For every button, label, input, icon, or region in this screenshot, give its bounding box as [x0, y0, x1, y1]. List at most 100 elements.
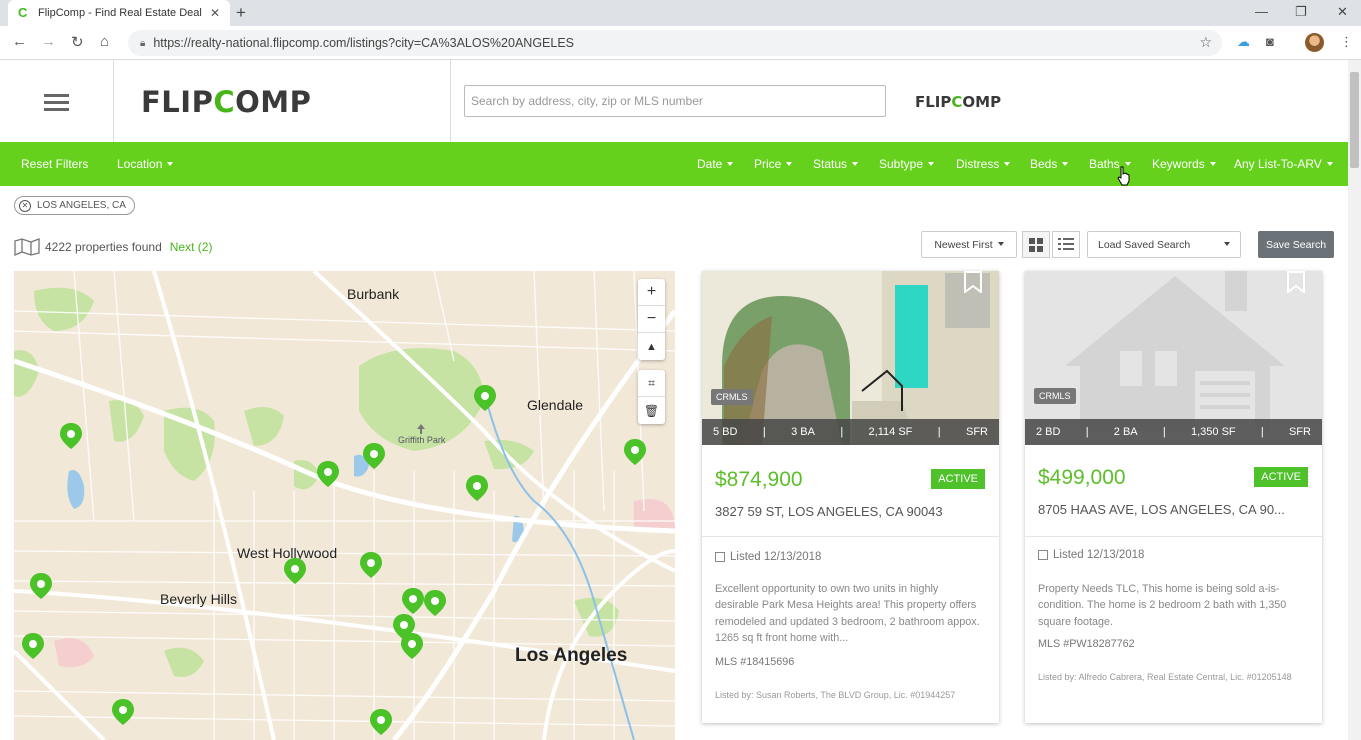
site-header: FLIPCOMP FLIPCOMP	[0, 60, 1348, 142]
property-specs: 2 BD | 2 BA | 1,350 SF | SFR	[1025, 419, 1322, 445]
card-divider	[702, 536, 999, 537]
remove-chip-icon[interactable]: ✕	[19, 199, 31, 212]
back-icon[interactable]: ←	[12, 33, 27, 50]
card-divider	[1025, 536, 1322, 537]
keywords-filter[interactable]: Keywords	[1152, 157, 1216, 171]
draw-polygon-icon[interactable]: ⌗	[638, 370, 665, 397]
listed-date: Listed 12/13/2018	[1038, 549, 1144, 561]
status-badge: ACTIVE	[1254, 467, 1308, 487]
mls-number: MLS #18415696	[715, 656, 795, 668]
listing-card[interactable]: CRMLS 5 BD | 3 BA | 2,114 SF | SFR $874,900…	[702, 271, 999, 723]
map-label-glendale: Glendale	[527, 397, 584, 413]
map-view-icon[interactable]	[14, 238, 40, 256]
map-label-burbank: Burbank	[347, 286, 400, 302]
distress-filter[interactable]: Distress	[956, 157, 1011, 171]
save-search-button[interactable]: Save Search	[1258, 231, 1334, 258]
beds-value: 2 BD	[1036, 426, 1061, 438]
chevron-down-icon	[1004, 161, 1011, 166]
load-saved-label: Load Saved Search	[1098, 238, 1191, 251]
chevron-down-icon	[1326, 161, 1333, 166]
browser-tab[interactable]: C FlipComp - Find Real Estate Deal ✕	[8, 0, 230, 26]
mls-source-badge: CRMLS	[1034, 388, 1076, 404]
reload-icon[interactable]: ↻	[71, 33, 84, 51]
listing-price: $874,900	[715, 468, 803, 491]
forward-icon[interactable]: →	[41, 33, 56, 50]
location-chip[interactable]: ✕ LOS ANGELES, CA	[14, 196, 135, 215]
map-tiles[interactable]	[14, 271, 675, 740]
listing-address[interactable]: 8705 HAAS AVE, LOS ANGELES, CA 90...	[1038, 502, 1310, 517]
mls-number: MLS #PW18287762	[1038, 638, 1135, 650]
status-filter[interactable]: Status	[813, 157, 859, 171]
profile-avatar[interactable]	[1305, 33, 1324, 52]
menu-kebab-icon[interactable]: ⋮	[1340, 34, 1353, 50]
scrollbar-thumb[interactable]	[1350, 72, 1359, 168]
listings-map[interactable]: Burbank Glendale Griffith Park West Holl…	[14, 271, 675, 740]
maximize-icon[interactable]: ❐	[1295, 4, 1307, 20]
filter-label: Baths	[1089, 157, 1120, 171]
calendar-icon	[1038, 550, 1048, 560]
sort-dropdown[interactable]: Newest First	[921, 231, 1017, 258]
beds-filter[interactable]: Beds	[1030, 157, 1069, 171]
price-filter[interactable]: Price	[754, 157, 793, 171]
filter-label: Any List-To-ARV	[1234, 157, 1322, 171]
list-icon	[1058, 238, 1074, 250]
cloud-extension-icon[interactable]: ☁	[1237, 34, 1250, 50]
mouse-pointer-icon	[1117, 166, 1130, 186]
map-label-west-hollywood: West Hollywood	[237, 545, 338, 561]
grid-view-button[interactable]	[1022, 231, 1050, 258]
listing-description: Excellent opportunity to own two units i…	[715, 583, 980, 644]
listing-card[interactable]: CRMLS 2 BD | 2 BA | 1,350 SF | SFR $499,000…	[1025, 271, 1322, 723]
load-saved-search-dropdown[interactable]: Load Saved Search	[1087, 231, 1241, 258]
bookmark-icon[interactable]	[1287, 271, 1305, 293]
map-label-griffith-park: Griffith Park	[398, 435, 446, 445]
results-summary: 4222 properties found Next (2)	[14, 238, 212, 256]
chevron-down-icon	[1062, 161, 1069, 166]
home-icon[interactable]: ⌂	[100, 33, 109, 50]
tab-close-icon[interactable]: ✕	[210, 6, 220, 20]
results-count: 4222 properties found	[45, 240, 162, 254]
filter-label: Price	[754, 157, 782, 171]
next-page-link[interactable]: Next (2)	[170, 240, 213, 254]
property-type-value: SFR	[965, 426, 988, 438]
logo-text-flip: FLIP	[141, 85, 214, 119]
window-close-icon[interactable]: ✕	[1337, 4, 1348, 20]
lock-icon: 🔒︎	[140, 37, 146, 49]
trash-icon[interactable]: 🗑︎	[638, 397, 665, 424]
hamburger-menu-button[interactable]	[0, 60, 114, 142]
url-bar[interactable]: 🔒︎ https://realty-national.flipcomp.com/…	[128, 30, 1222, 56]
minimize-icon[interactable]: —	[1255, 4, 1268, 19]
camera-extension-icon[interactable]: ◙	[1266, 34, 1274, 49]
baths-value: 2 BA	[1113, 426, 1138, 438]
listing-photo[interactable]: CRMLS 5 BD | 3 BA | 2,114 SF | SFR	[702, 271, 999, 445]
map-label-los-angeles: Los Angeles	[515, 645, 628, 666]
browser-toolbar: ← → ↻ ⌂ 🔒︎ https://realty-national.flipc…	[0, 26, 1361, 60]
filter-label: Subtype	[879, 157, 924, 171]
filter-label: Beds	[1030, 157, 1058, 171]
beds-value: 5 BD	[713, 426, 738, 438]
listing-photo[interactable]: CRMLS 2 BD | 2 BA | 1,350 SF | SFR	[1025, 271, 1322, 445]
bookmark-icon[interactable]	[964, 271, 982, 293]
listing-description: Property Needs TLC, This home is being s…	[1038, 583, 1287, 628]
list-to-arv-filter[interactable]: Any List-To-ARV	[1234, 157, 1333, 171]
reset-filters-button[interactable]: Reset Filters	[21, 157, 88, 171]
search-input[interactable]	[464, 85, 886, 117]
listed-date-text: Listed 12/13/2018	[1053, 549, 1145, 561]
sort-label: Newest First	[934, 238, 993, 251]
list-view-button[interactable]	[1052, 231, 1080, 258]
new-tab-button[interactable]: +	[236, 3, 246, 23]
filter-label: Status	[813, 157, 848, 171]
date-filter[interactable]: Date	[697, 157, 734, 171]
tab-title: FlipComp - Find Real Estate Deal	[38, 7, 202, 19]
location-filter[interactable]: Location	[117, 157, 174, 171]
subtype-filter[interactable]: Subtype	[879, 157, 935, 171]
flipcomp-logo[interactable]: FLIPCOMP	[141, 85, 311, 119]
compass-north-icon[interactable]: ▲	[638, 333, 665, 360]
map-label-beverly-hills: Beverly Hills	[160, 591, 238, 607]
bookmark-star-icon[interactable]: ☆	[1199, 34, 1212, 51]
zoom-out-button[interactable]: −	[638, 306, 665, 333]
header-divider	[450, 60, 451, 142]
hamburger-line	[44, 94, 69, 97]
listing-address[interactable]: 3827 59 ST, LOS ANGELES, CA 90043	[715, 504, 987, 519]
calendar-icon	[715, 552, 725, 562]
zoom-in-button[interactable]: +	[638, 279, 665, 306]
